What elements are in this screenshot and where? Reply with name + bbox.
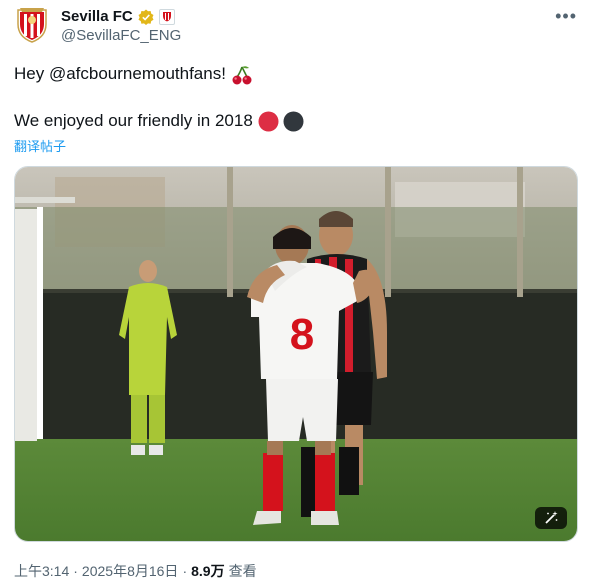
- football-hug-photo: 8: [15, 167, 577, 541]
- separator: ·: [73, 563, 78, 579]
- name-row: Sevilla FC: [61, 8, 175, 25]
- red-circle-icon: [258, 111, 279, 132]
- cherries-icon: [232, 65, 252, 85]
- tweet-text-1: Hey @afcbournemouthfans!: [14, 64, 226, 83]
- gold-verified-badge-icon: [138, 9, 154, 25]
- tweet-header: Sevilla FC @SevillaFC_ENG •••: [14, 6, 581, 46]
- separator: ·: [182, 563, 188, 579]
- views-label: 查看: [228, 563, 257, 579]
- sevilla-affiliate-badge-icon[interactable]: [158, 8, 175, 25]
- tweet-line-2: We enjoyed our friendly in 2018: [14, 110, 304, 132]
- magic-wand-icon[interactable]: [535, 507, 567, 529]
- translate-post-link[interactable]: 翻译帖子: [14, 136, 66, 155]
- handle[interactable]: @SevillaFC_ENG: [61, 27, 181, 44]
- tweet-footer: 上午3:14 · 2025年8月16日 · 8.9万 查看: [14, 561, 257, 581]
- display-name[interactable]: Sevilla FC: [61, 8, 133, 25]
- tweet-line-1: Hey @afcbournemouthfans!: [14, 63, 253, 86]
- jersey-number: 8: [290, 310, 314, 359]
- tweet-photo[interactable]: 8: [14, 166, 578, 542]
- views-count[interactable]: 8.9万: [191, 561, 224, 581]
- tweet-date[interactable]: 2025年8月16日: [82, 561, 179, 581]
- sevilla-crest-icon: [17, 8, 47, 43]
- avatar[interactable]: [14, 6, 50, 44]
- more-options-icon[interactable]: •••: [555, 6, 577, 27]
- tweet-time[interactable]: 上午3:14: [14, 561, 69, 581]
- tweet-text-2: We enjoyed our friendly in 2018: [14, 111, 253, 130]
- black-circle-icon: [283, 111, 304, 132]
